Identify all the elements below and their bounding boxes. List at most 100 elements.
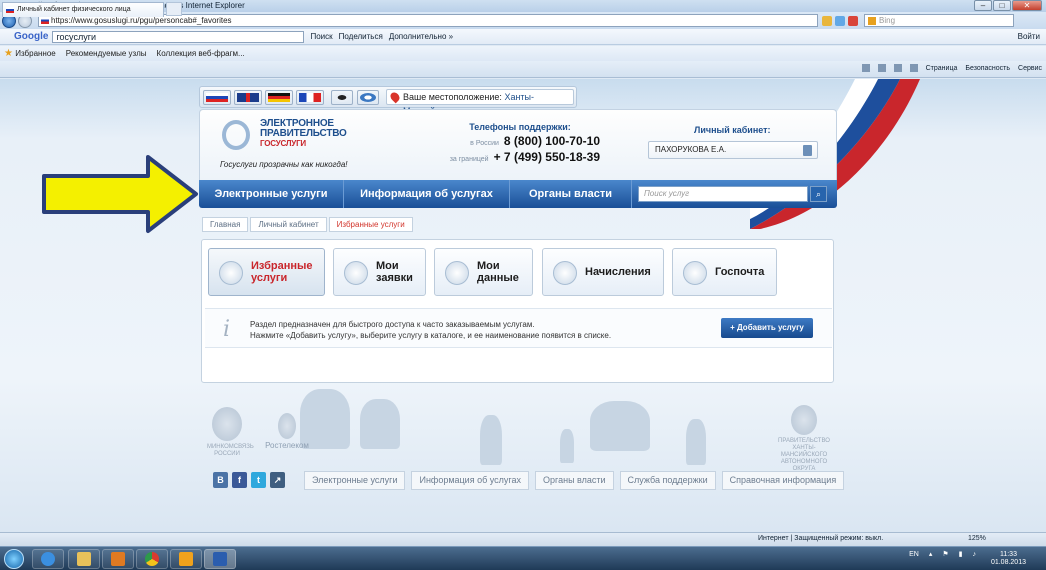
clock[interactable]: 11:33 01.08.2013 [991,551,1026,567]
cabinet-title: Личный кабинет: [694,125,771,135]
phone-row-abroad: за границей + 7 (499) 550-18-39 [440,150,600,164]
feeds-icon[interactable] [877,64,886,72]
home-icon[interactable] [861,64,870,72]
yellow-arrow-annotation [42,155,198,233]
compass-button[interactable] [357,90,379,105]
chrome-icon [145,552,159,566]
recommended-sites-link[interactable]: Рекомендуемые узлы [66,49,147,58]
tray-chevron-icon[interactable]: ▴ [929,550,933,558]
taskbar-word[interactable] [204,549,236,569]
footer-link-service-info[interactable]: Информация об услугах [411,471,529,490]
user-cabinet-box[interactable]: ПАХОРУКОВА Е.А. [648,141,818,159]
start-button[interactable] [4,549,24,569]
print-icon[interactable] [909,64,918,72]
charges-icon [553,261,577,285]
nav-electronic-services[interactable]: Электронные услуги [199,180,344,208]
ie-icon [41,552,55,566]
user-name: ПАХОРУКОВА Е.А. [655,145,727,154]
twitter-icon[interactable]: t [251,472,266,488]
google-more-button[interactable]: Дополнительно » [389,32,453,41]
tile-label: Госпочта [715,266,765,278]
taskbar-outlook[interactable] [170,549,202,569]
clock-time: 11:33 [999,551,1017,558]
breadcrumb-home[interactable]: Главная [202,217,249,232]
region-government-logo[interactable]: ПРАВИТЕЛЬСТВО ХАНТЫ-МАНСИЙСКОГО АВТОНОМН… [770,405,838,473]
site-logo-text[interactable]: ЭЛЕКТРОННОЕ ПРАВИТЕЛЬСТВО ГОСУСЛУГИ [260,119,347,149]
vk-icon[interactable]: В [213,472,228,488]
taskbar-chrome[interactable] [136,549,168,569]
phone-number: 8 (800) 100-70-10 [503,134,600,148]
ministry-logo[interactable]: МИНКОМСВЯЗЬ РОССИИ [207,407,254,458]
flag-uk-button[interactable] [234,90,262,105]
google-signin-button[interactable]: Войти [1018,32,1040,41]
logout-door-icon[interactable] [803,145,812,156]
footer-link-authorities[interactable]: Органы власти [535,471,614,490]
taskbar-ie[interactable] [32,549,64,569]
close-button[interactable]: ✕ [1012,0,1042,11]
page-menu[interactable]: Страница [926,65,958,72]
mail-icon[interactable] [893,64,902,72]
breadcrumb-cabinet[interactable]: Личный кабинет [250,217,327,232]
site-favicon [41,17,49,24]
flag-notification-icon[interactable]: ⚑ [942,550,948,558]
address-bar-icons [822,15,858,26]
flag-russia-button[interactable] [203,90,231,105]
taskbar-explorer[interactable] [68,549,100,569]
footer-link-support[interactable]: Служба поддержки [619,471,716,490]
browser-tab[interactable]: Личный кабинет физического лица [2,2,164,17]
lock-icon[interactable] [822,15,832,26]
person-silhouette [686,419,706,465]
tile-label: Мои заявки [376,260,413,284]
footer-link-reference[interactable]: Справочная информация [721,471,845,490]
tile-favorite-services[interactable]: Избранные услуги [208,248,325,296]
taskbar-media-player[interactable] [102,549,134,569]
minimize-button[interactable]: – [974,0,992,11]
google-search-button[interactable]: Поиск [310,32,332,41]
nav-authorities[interactable]: Органы власти [510,180,632,208]
favorites-button[interactable]: ★ Избранное [4,48,56,59]
maximize-button[interactable]: □ [993,0,1011,11]
language-indicator[interactable]: EN [909,551,919,558]
web-slice-gallery-link[interactable]: Коллекция веб-фрагм... [157,49,245,58]
safety-menu[interactable]: Безопасность [965,65,1010,72]
info-text: Раздел предназначен для быстрого доступа… [250,319,611,341]
tools-menu[interactable]: Сервис [1018,65,1042,72]
accessibility-eye-button[interactable] [331,90,353,105]
site-slogan: Госуслуги прозрачны как никогда! [220,160,348,169]
breadcrumb-favorites: Избранные услуги [328,217,413,232]
flag-germany-button[interactable] [265,90,293,105]
flag-france-button[interactable] [296,90,324,105]
tile-my-requests[interactable]: Мои заявки [333,248,426,296]
bing-search-box[interactable]: Bing [864,14,1014,27]
phone-label: в России [470,140,499,147]
tile-charges[interactable]: Начисления [542,248,664,296]
rostelecom-logo[interactable]: Ростелеком [262,413,312,450]
location-selector[interactable]: Ваше местоположение: Ханты-Мансийск ▾ [386,89,574,116]
footer-nav: Электронные услуги Информация об услугах… [304,471,845,490]
volume-icon[interactable]: ♪ [973,551,977,558]
tile-my-data[interactable]: Мои данные [434,248,533,296]
tile-gospochta[interactable]: Госпочта [672,248,777,296]
favorites-bar: ★ Избранное Рекомендуемые узлы Коллекция… [0,46,1046,61]
gosuslugi-logo-icon[interactable] [222,120,250,150]
network-icon[interactable]: ▮ [959,550,963,558]
footer-link-electronic-services[interactable]: Электронные услуги [304,471,406,490]
logo-line-3: ГОСУСЛУГИ [260,139,306,148]
google-share-button[interactable]: Поделиться [339,32,383,41]
facebook-icon[interactable]: f [232,472,247,488]
add-service-button[interactable]: + Добавить услугу [721,318,813,338]
site-header: ЭЛЕКТРОННОЕ ПРАВИТЕЛЬСТВО ГОСУСЛУГИ Госу… [199,109,837,180]
service-search-input[interactable]: Поиск услуг [638,186,808,202]
share-icon[interactable]: ↗ [270,472,285,488]
new-tab-button[interactable] [166,2,182,16]
refresh-icon[interactable] [835,15,845,26]
google-search-input[interactable]: госуслуги [52,30,305,43]
support-title: Телефоны поддержки: [469,122,571,132]
window-controls: – □ ✕ [974,0,1042,12]
zoom-level[interactable]: 125% [968,535,986,542]
nav-service-info[interactable]: Информация об услугах [344,180,510,208]
person-silhouette [560,429,574,463]
tile-label: Начисления [585,266,651,278]
search-button[interactable]: ⌕ [810,186,827,202]
stop-icon[interactable] [848,15,858,26]
